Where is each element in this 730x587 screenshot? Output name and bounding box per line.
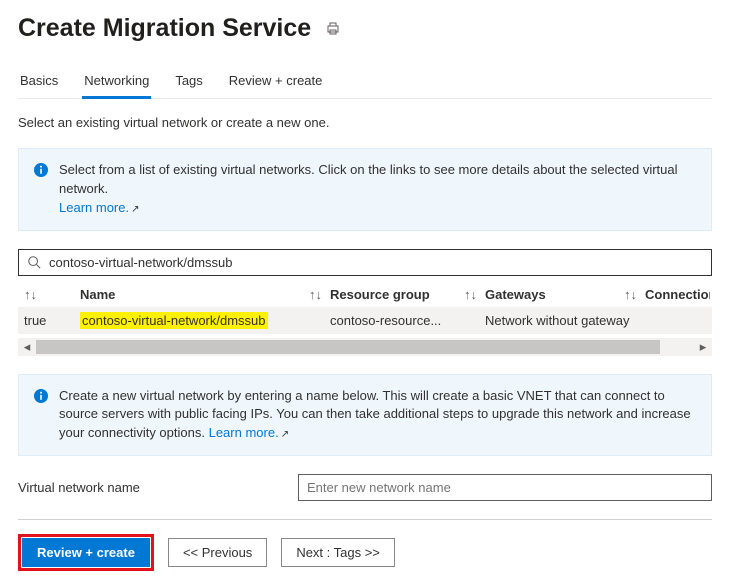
col-header-gateways[interactable]: Gateways bbox=[485, 287, 546, 302]
next-button[interactable]: Next : Tags >> bbox=[281, 538, 395, 567]
row-gateways-value: Network without gateway bbox=[485, 313, 645, 328]
row-selected-value: true bbox=[20, 313, 80, 328]
info-icon bbox=[33, 162, 49, 218]
info-create-new: Create a new virtual network by entering… bbox=[18, 374, 712, 457]
learn-more-link-select[interactable]: Learn more. bbox=[59, 200, 129, 215]
table-row[interactable]: true contoso-virtual-network/dmssub cont… bbox=[18, 307, 712, 334]
review-create-button[interactable]: Review + create bbox=[22, 538, 150, 567]
vnet-table: ↑↓ Name ↑↓ Resource group ↑↓ Gateways ↑↓ Co… bbox=[18, 282, 712, 334]
tabs: Basics Networking Tags Review + create bbox=[18, 67, 712, 99]
col-header-resource-group[interactable]: Resource group bbox=[330, 287, 430, 302]
tab-networking[interactable]: Networking bbox=[82, 67, 151, 99]
previous-button[interactable]: << Previous bbox=[168, 538, 267, 567]
col-header-name[interactable]: Name bbox=[80, 287, 115, 302]
external-link-icon: ↗ bbox=[281, 429, 289, 440]
scroll-right-icon[interactable]: ▸ bbox=[694, 338, 712, 356]
tab-basics[interactable]: Basics bbox=[18, 67, 60, 98]
vnet-name-input[interactable] bbox=[298, 474, 712, 501]
external-link-icon: ↗ bbox=[131, 204, 139, 215]
info-create-text: Create a new virtual network by entering… bbox=[59, 388, 691, 441]
tab-tags[interactable]: Tags bbox=[173, 67, 204, 98]
sort-icon[interactable]: ↑↓ bbox=[464, 287, 477, 302]
sort-icon[interactable]: ↑↓ bbox=[24, 287, 37, 302]
review-create-highlight: Review + create bbox=[18, 534, 154, 571]
intro-text: Select an existing virtual network or cr… bbox=[18, 115, 712, 130]
info-select-existing: Select from a list of existing virtual n… bbox=[18, 148, 712, 231]
row-resource-group-value: contoso-resource... bbox=[330, 313, 485, 328]
search-input[interactable] bbox=[47, 254, 703, 271]
sort-icon[interactable]: ↑↓ bbox=[309, 287, 322, 302]
info-select-text: Select from a list of existing virtual n… bbox=[59, 162, 678, 196]
sort-icon[interactable]: ↑↓ bbox=[624, 287, 637, 302]
learn-more-link-create[interactable]: Learn more. bbox=[209, 425, 279, 440]
scroll-thumb[interactable] bbox=[36, 340, 660, 354]
scroll-left-icon[interactable]: ◂ bbox=[18, 338, 36, 356]
row-name-value: contoso-virtual-network/dmssub bbox=[80, 312, 268, 329]
search-icon bbox=[27, 255, 47, 269]
info-icon bbox=[33, 388, 49, 444]
footer-bar: Review + create << Previous Next : Tags … bbox=[18, 519, 712, 587]
col-header-connections[interactable]: Connection: bbox=[645, 287, 710, 302]
tab-review-create[interactable]: Review + create bbox=[227, 67, 325, 98]
print-icon[interactable] bbox=[325, 21, 341, 37]
vnet-name-label: Virtual network name bbox=[18, 480, 298, 495]
horizontal-scrollbar[interactable]: ◂ ▸ bbox=[18, 338, 712, 356]
page-title: Create Migration Service bbox=[18, 14, 311, 43]
search-field[interactable] bbox=[18, 249, 712, 276]
